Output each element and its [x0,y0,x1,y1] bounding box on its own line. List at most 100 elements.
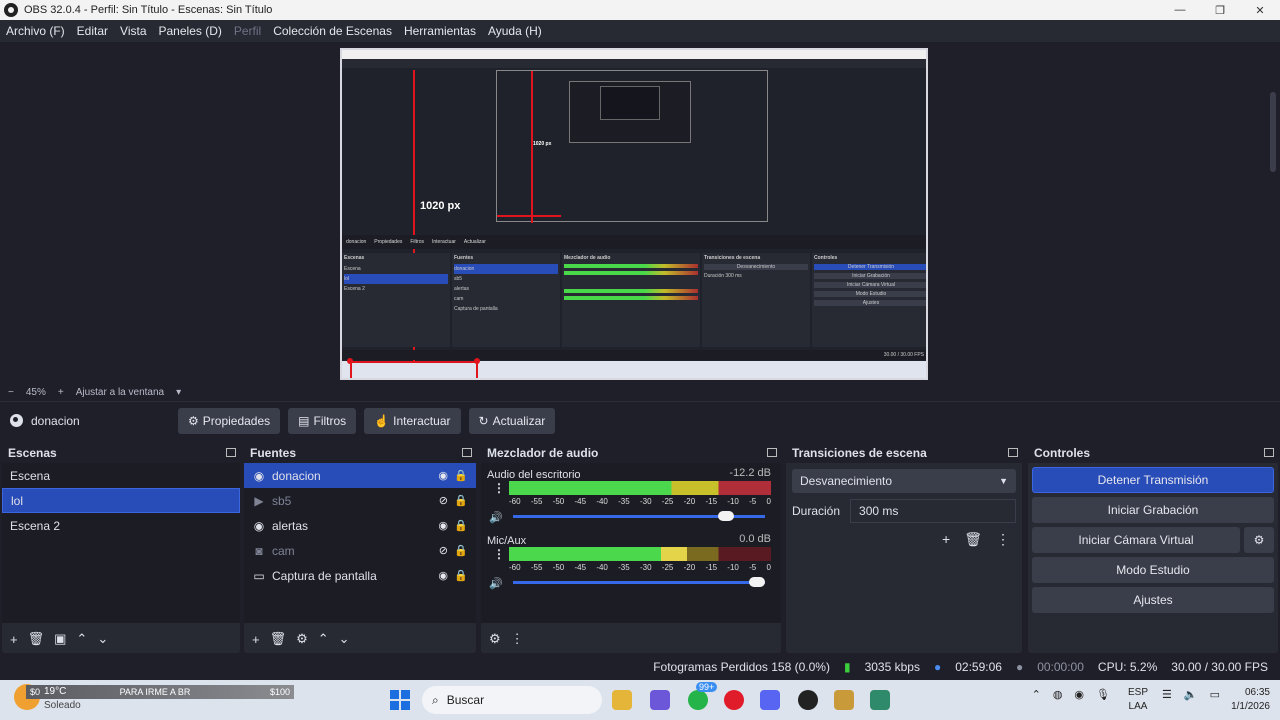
wifi-icon[interactable]: ☰ [1162,688,1172,701]
trash-icon[interactable]: 🗑 [964,531,982,548]
eye-hidden-icon[interactable]: ⊘ [439,494,448,507]
transition-actions: + 🗑 ⋮ [792,531,1016,548]
menu-herramientas[interactable]: Herramientas [398,24,482,38]
copilot-icon[interactable] [650,690,670,710]
filters-button[interactable]: ▤ Filtros [288,407,357,434]
lock-icon[interactable]: 🔒 [454,494,468,507]
undock-icon[interactable] [1264,448,1274,457]
taskbar-search[interactable]: ⌕ Buscar [422,686,602,714]
preview-scrollbar[interactable] [1270,92,1276,172]
start-recording-button[interactable]: Iniciar Grabación [1032,497,1274,523]
advanced-audio-icon[interactable]: ⚙ [489,631,501,647]
lock-icon[interactable]: 🔒 [454,469,468,482]
scene-item[interactable]: Escena 2 [2,513,240,538]
filter-icon[interactable]: ▣ [54,631,66,647]
opera-icon[interactable] [724,690,744,710]
speaker-icon[interactable]: 🔊 [489,577,503,590]
tray-app-icon[interactable]: ◍ [1053,688,1063,701]
up-arrow-icon[interactable]: ⌃ [76,631,87,647]
source-item-sb5[interactable]: ▶ sb5 ⊘ 🔒 [244,488,476,513]
menu-coleccion[interactable]: Colección de Escenas [267,24,398,38]
eye-icon[interactable]: ◉ [438,469,448,482]
menu-editar[interactable]: Editar [71,24,114,38]
speaker-icon[interactable]: 🔊 [489,511,503,524]
signal-icon: ▮ [843,660,851,674]
start-icon[interactable] [390,690,410,710]
scene-item[interactable]: Escena [2,463,240,488]
weather-desc: Soleado [44,700,81,711]
lock-icon[interactable]: 🔒 [454,544,468,557]
file-explorer-icon[interactable] [612,690,632,710]
duration-spinbox[interactable]: 300 ms [850,499,1016,523]
chevron-down-icon[interactable]: ▾ [176,387,181,398]
transition-select[interactable]: Desvanecimiento ▼ [792,469,1016,493]
studio-mode-button[interactable]: Modo Estudio [1032,557,1274,583]
lock-icon[interactable]: 🔒 [454,569,468,582]
discord-icon[interactable] [760,690,780,710]
maximize-button[interactable]: ❐ [1200,4,1240,17]
stop-streaming-button[interactable]: Detener Transmisión [1032,467,1274,493]
clock[interactable]: 06:35 1/1/2026 [1231,686,1270,714]
source-item-captura[interactable]: ▭ Captura de pantalla ◉ 🔒 [244,563,476,588]
selection-box[interactable] [350,361,478,378]
gear-icon[interactable]: ⚙ [296,631,308,647]
more-options-icon[interactable]: ⋮ [996,531,1010,548]
zoom-in-button[interactable]: + [58,387,64,398]
down-arrow-icon[interactable]: ⌄ [339,631,350,647]
minimize-button[interactable]: — [1160,4,1200,16]
screen-capture-preview[interactable]: 1020 px 1020 px donacion Propiedades Filtr… [340,48,928,380]
obs-taskbar-icon[interactable] [798,690,818,710]
menu-ayuda[interactable]: Ayuda (H) [482,24,548,38]
more-options-icon[interactable]: ⋮ [511,631,524,647]
refresh-button[interactable]: ↻ Actualizar [468,407,556,434]
volume-slider[interactable] [513,581,765,584]
volume-slider-handle[interactable] [749,577,765,587]
undock-icon[interactable] [767,448,777,457]
menu-vista[interactable]: Vista [114,24,152,38]
settings-button[interactable]: Ajustes [1032,587,1274,613]
add-icon[interactable]: + [942,531,950,548]
mic-icon[interactable]: 🎙 [1096,688,1110,701]
properties-button[interactable]: ⚙ Propiedades [178,407,281,434]
trash-icon[interactable]: 🗑 [270,631,287,647]
menu-paneles[interactable]: Paneles (D) [153,24,228,38]
more-options-icon[interactable]: ⋮ [493,481,505,495]
eye-hidden-icon[interactable]: ⊘ [439,544,448,557]
start-virtual-camera-button[interactable]: Iniciar Cámara Virtual [1032,527,1240,553]
source-item-cam[interactable]: ◙ cam ⊘ 🔒 [244,538,476,563]
virtual-camera-settings-button[interactable]: ⚙ [1244,527,1274,553]
whatsapp-icon[interactable] [688,690,708,710]
chevron-down-icon: ▼ [999,476,1008,486]
battery-icon[interactable]: ▭ [1210,688,1220,701]
zoom-fit-select[interactable]: Ajustar a la ventana [76,387,164,398]
up-arrow-icon[interactable]: ⌃ [318,631,329,647]
language-indicator[interactable]: ESP LAA [1128,686,1148,714]
app-icon[interactable] [870,690,890,710]
close-button[interactable]: ✕ [1240,4,1280,17]
add-icon[interactable]: + [10,632,18,647]
undock-icon[interactable] [462,448,472,457]
scene-item-selected[interactable]: lol [2,488,240,513]
menu-archivo[interactable]: Archivo (F) [0,24,71,38]
lock-icon[interactable]: 🔒 [454,519,468,532]
menu-perfil[interactable]: Perfil [228,24,267,38]
eye-icon[interactable]: ◉ [438,519,448,532]
volume-slider-handle[interactable] [718,511,735,521]
zoom-out-button[interactable]: − [8,387,14,398]
eye-icon[interactable]: ◉ [438,569,448,582]
source-item-donacion[interactable]: ◉ donacion ◉ 🔒 [244,463,476,488]
chevron-up-icon[interactable]: ⌃ [1032,688,1041,701]
trash-icon[interactable]: 🗑 [28,631,45,647]
source-item-alertas[interactable]: ◉ alertas ◉ 🔒 [244,513,476,538]
shield-icon[interactable]: ◉ [1074,688,1084,701]
interact-button[interactable]: ☝ Interactuar [364,407,461,434]
undock-icon[interactable] [226,448,236,457]
add-icon[interactable]: + [252,632,260,647]
undock-icon[interactable] [1008,448,1018,457]
game-icon[interactable] [834,690,854,710]
volume-icon[interactable]: 🔈 [1184,688,1198,701]
down-arrow-icon[interactable]: ⌄ [97,631,108,647]
resize-handle-tr[interactable] [474,358,480,364]
resize-handle-tl[interactable] [347,358,353,364]
more-options-icon[interactable]: ⋮ [493,547,505,561]
